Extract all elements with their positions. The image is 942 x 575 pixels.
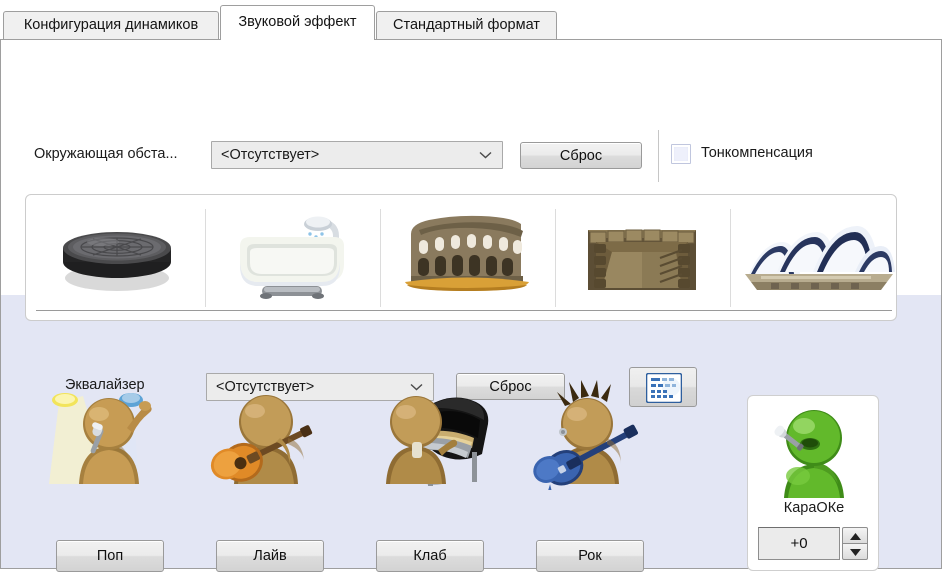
- equalizer-preset-label-rock: Рок: [578, 548, 602, 564]
- environment-preset-arena[interactable]: [556, 200, 729, 315]
- loudness-checkbox[interactable]: [671, 144, 691, 164]
- equalizer-preset-button-rock[interactable]: Рок: [536, 540, 644, 572]
- environment-preset-stone-disc[interactable]: [31, 200, 204, 315]
- equalizer-preset-button-live[interactable]: Лайв: [216, 540, 324, 572]
- environment-preset-panel: [25, 194, 897, 321]
- environment-preset-colosseum[interactable]: [381, 200, 554, 315]
- tab-strip-baseline: [0, 39, 942, 40]
- colosseum-icon: [405, 215, 529, 291]
- punk-electric-guitar-icon: [533, 380, 638, 490]
- karaoke-value-input[interactable]: +0: [758, 527, 840, 560]
- vertical-separator: [658, 130, 659, 182]
- section-divider: [36, 310, 892, 312]
- acoustic-guitar-icon: [210, 395, 313, 484]
- karaoke-label: КараОКе: [783, 500, 845, 516]
- environment-preset-opera-house[interactable]: [731, 200, 904, 315]
- tab-sound-effect[interactable]: Звуковой эффект: [220, 5, 375, 40]
- selected-tab-join: [221, 39, 374, 41]
- equalizer-preset-button-club[interactable]: Клаб: [376, 540, 484, 572]
- caret-up-icon: [850, 533, 861, 540]
- environment-reset-button[interactable]: Сброс: [520, 142, 642, 169]
- loudness-label: Тонкомпенсация: [701, 145, 813, 161]
- sound-effect-dialog: Конфигурация динамиков Звуковой эффект С…: [0, 0, 942, 575]
- equalizer-preset-figure-live[interactable]: [196, 380, 346, 490]
- equalizer-preset-label-club: Клаб: [413, 548, 447, 564]
- sydney-opera-house-icon: [745, 226, 895, 290]
- environment-reset-label: Сброс: [559, 147, 603, 164]
- equalizer-preset-label-live: Лайв: [253, 548, 287, 564]
- karaoke-panel: КараОКе +0: [747, 395, 879, 571]
- equalizer-preset-label-pop: Поп: [96, 548, 124, 564]
- bathtub-shower-icon: [240, 216, 344, 299]
- environment-value: <Отсутствует>: [221, 147, 320, 163]
- caret-down-icon: [850, 549, 861, 556]
- chevron-down-icon: [479, 151, 492, 159]
- sound-effect-page: Окружающая обста... <Отсутствует> Сброс …: [0, 40, 942, 572]
- tab-speaker-configuration[interactable]: Конфигурация динамиков: [3, 11, 219, 40]
- karaoke-spinner[interactable]: [842, 527, 868, 560]
- equalizer-preset-figure-club[interactable]: [356, 380, 506, 490]
- tab-default-format[interactable]: Стандартный формат: [376, 11, 557, 40]
- green-singer-icon: [774, 410, 844, 498]
- equalizer-preset-button-pop[interactable]: Поп: [56, 540, 164, 572]
- tab-strip: Конфигурация динамиков Звуковой эффект С…: [0, 0, 942, 41]
- grand-piano-icon: [386, 396, 489, 486]
- karaoke-spinner-down-button[interactable]: [842, 543, 868, 560]
- environment-combobox[interactable]: <Отсутствует>: [211, 141, 503, 169]
- environment-preset-bathroom[interactable]: [206, 200, 379, 315]
- stone-disc-icon: [63, 232, 171, 291]
- environment-label: Окружающая обста...: [34, 146, 178, 162]
- stone-arena-icon: [588, 229, 696, 290]
- equalizer-preset-figure-pop[interactable]: [35, 380, 185, 490]
- karaoke-spinner-up-button[interactable]: [842, 527, 868, 544]
- singer-spotlight-icon: [49, 393, 152, 484]
- equalizer-preset-figure-rock[interactable]: [519, 380, 669, 490]
